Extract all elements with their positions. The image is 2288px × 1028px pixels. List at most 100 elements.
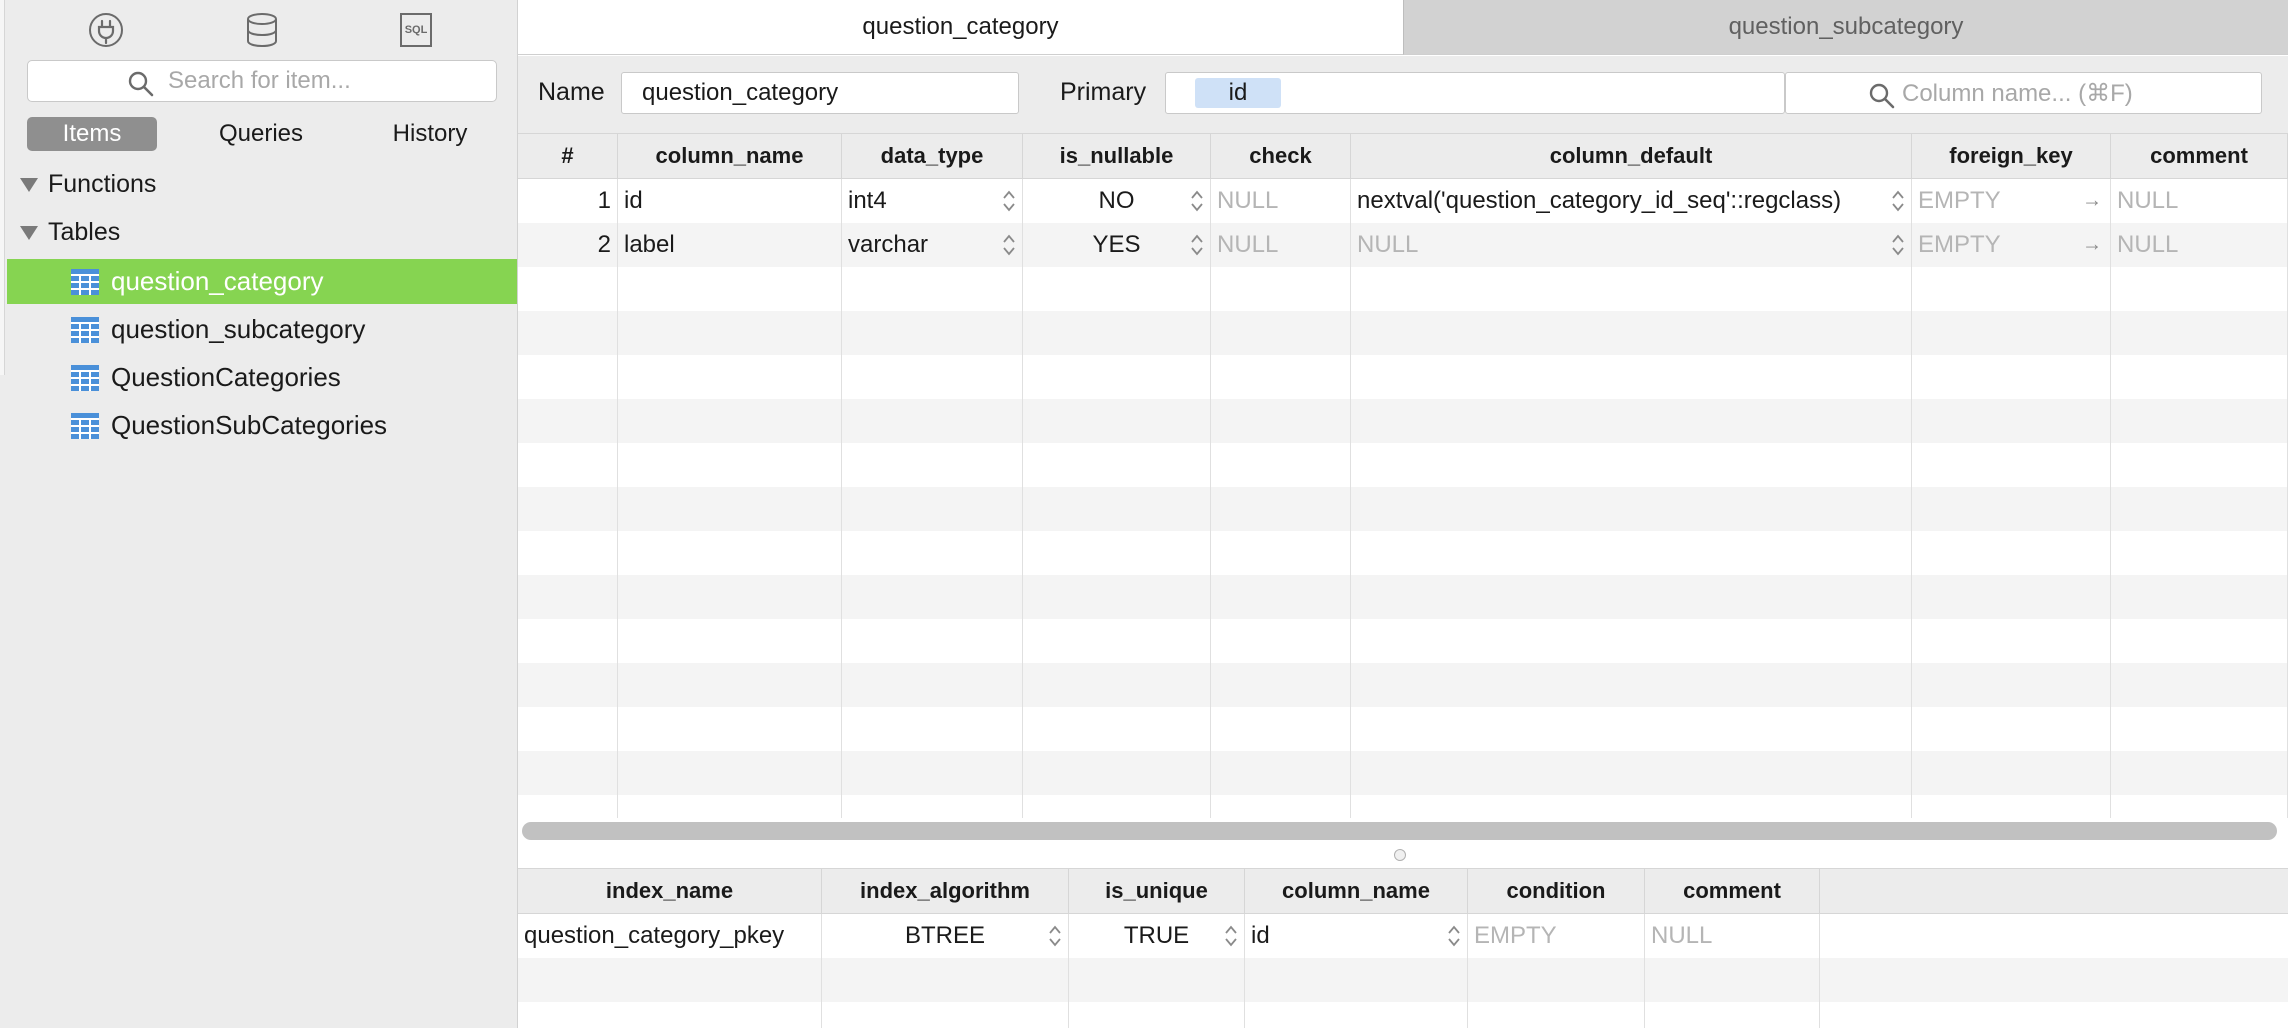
cell-num[interactable]: 1 xyxy=(518,179,618,223)
cell-data_type[interactable] xyxy=(842,311,1023,355)
table-row[interactable] xyxy=(518,355,2288,399)
table-name-field[interactable]: question_category xyxy=(621,72,1019,114)
cell-num[interactable] xyxy=(518,531,618,575)
index-header-comment[interactable]: comment xyxy=(1645,869,1820,913)
column-header-check[interactable]: check xyxy=(1211,134,1351,178)
index-cell-condition[interactable] xyxy=(1468,1002,1645,1028)
cell-num[interactable] xyxy=(518,663,618,707)
table-row[interactable] xyxy=(518,795,2288,818)
cell-data_type[interactable] xyxy=(842,355,1023,399)
cell-foreign_key[interactable] xyxy=(1912,575,2111,619)
database-icon[interactable] xyxy=(244,12,280,48)
cell-comment[interactable] xyxy=(2111,267,2288,311)
cell-foreign_key[interactable] xyxy=(1912,355,2111,399)
cell-num[interactable] xyxy=(518,267,618,311)
tab-items[interactable]: Items xyxy=(27,117,157,151)
cell-column_name[interactable] xyxy=(618,267,842,311)
cell-data_type[interactable] xyxy=(842,531,1023,575)
cell-foreign_key[interactable] xyxy=(1912,619,2111,663)
column-header-data_type[interactable]: data_type xyxy=(842,134,1023,178)
cell-data_type[interactable] xyxy=(842,399,1023,443)
cell-column_default[interactable] xyxy=(1351,267,1912,311)
cell-column_default[interactable] xyxy=(1351,531,1912,575)
cell-foreign_key[interactable] xyxy=(1912,751,2111,795)
cell-num[interactable] xyxy=(518,795,618,818)
cell-column_default[interactable] xyxy=(1351,399,1912,443)
cell-num[interactable] xyxy=(518,487,618,531)
sidebar-search-input[interactable] xyxy=(168,67,496,95)
cell-is_nullable[interactable] xyxy=(1023,707,1211,751)
cell-comment[interactable] xyxy=(2111,707,2288,751)
cell-data_type[interactable] xyxy=(842,487,1023,531)
cell-comment[interactable] xyxy=(2111,751,2288,795)
table-row[interactable] xyxy=(518,663,2288,707)
cell-check[interactable] xyxy=(1211,399,1351,443)
cell-column_name[interactable] xyxy=(618,531,842,575)
cell-foreign_key[interactable]: EMPTY → xyxy=(1912,223,2111,267)
cell-column_name[interactable] xyxy=(618,751,842,795)
cell-foreign_key[interactable] xyxy=(1912,267,2111,311)
cell-check[interactable] xyxy=(1211,707,1351,751)
disclosure-triangle-icon[interactable] xyxy=(20,225,38,240)
cell-comment[interactable] xyxy=(2111,311,2288,355)
cell-num[interactable] xyxy=(518,355,618,399)
cell-data_type[interactable] xyxy=(842,795,1023,818)
cell-check[interactable]: NULL xyxy=(1211,179,1351,223)
sidebar-search[interactable] xyxy=(27,60,497,102)
splitter-handle-icon[interactable] xyxy=(1394,849,1406,861)
cell-foreign_key[interactable]: EMPTY → xyxy=(1912,179,2111,223)
cell-column_default[interactable] xyxy=(1351,663,1912,707)
table-row[interactable] xyxy=(518,575,2288,619)
disclosure-triangle-icon[interactable] xyxy=(20,177,38,192)
cell-is_nullable[interactable] xyxy=(1023,399,1211,443)
cell-column_name[interactable] xyxy=(618,663,842,707)
table-row[interactable] xyxy=(518,531,2288,575)
cell-data_type[interactable] xyxy=(842,575,1023,619)
cell-comment[interactable] xyxy=(2111,531,2288,575)
cell-column_name[interactable] xyxy=(618,575,842,619)
table-row[interactable] xyxy=(518,619,2288,663)
cell-column_name[interactable] xyxy=(618,311,842,355)
tab-queries[interactable]: Queries xyxy=(196,117,326,151)
index-cell-index_algorithm[interactable] xyxy=(822,1002,1069,1028)
cell-column_default[interactable]: NULL xyxy=(1351,223,1912,267)
cell-comment[interactable] xyxy=(2111,795,2288,818)
horizontal-scrollbar[interactable] xyxy=(522,822,2277,840)
cell-column_name[interactable] xyxy=(618,619,842,663)
cell-foreign_key[interactable] xyxy=(1912,663,2111,707)
cell-comment[interactable] xyxy=(2111,575,2288,619)
cell-is_nullable[interactable] xyxy=(1023,311,1211,355)
index-header-is_unique[interactable]: is_unique xyxy=(1069,869,1245,913)
cell-column_name[interactable] xyxy=(618,487,842,531)
cell-num[interactable] xyxy=(518,311,618,355)
index-cell-comment[interactable] xyxy=(1645,958,1820,1002)
cell-foreign_key[interactable] xyxy=(1912,399,2111,443)
cell-check[interactable] xyxy=(1211,487,1351,531)
cell-column_name[interactable] xyxy=(618,707,842,751)
cell-column_name[interactable] xyxy=(618,355,842,399)
column-header-column_name[interactable]: column_name xyxy=(618,134,842,178)
index-header-condition[interactable]: condition xyxy=(1468,869,1645,913)
index-cell-is_unique[interactable] xyxy=(1069,1002,1245,1028)
cell-is_nullable[interactable] xyxy=(1023,267,1211,311)
cell-is_nullable[interactable] xyxy=(1023,575,1211,619)
cell-check[interactable]: NULL xyxy=(1211,223,1351,267)
index-cell-index_name[interactable] xyxy=(518,958,822,1002)
table-row[interactable]: question_category_pkey BTREE TRUE id EMPTY NU… xyxy=(518,914,2288,958)
primary-key-field[interactable]: id xyxy=(1165,72,1785,114)
tab-history[interactable]: History xyxy=(365,117,495,151)
column-header-num[interactable]: # xyxy=(518,134,618,178)
index-cell-condition[interactable] xyxy=(1468,958,1645,1002)
cell-data_type[interactable] xyxy=(842,267,1023,311)
cell-data_type[interactable] xyxy=(842,443,1023,487)
cell-column_default[interactable] xyxy=(1351,795,1912,818)
stepper-icon[interactable] xyxy=(1190,233,1204,257)
stepper-icon[interactable] xyxy=(1190,189,1204,213)
cell-column_default[interactable] xyxy=(1351,751,1912,795)
cell-is_nullable[interactable] xyxy=(1023,751,1211,795)
cell-comment[interactable] xyxy=(2111,443,2288,487)
cell-foreign_key[interactable] xyxy=(1912,487,2111,531)
sidebar-item-question-category[interactable]: question_category xyxy=(7,259,517,304)
section-tables[interactable]: Tables xyxy=(20,218,120,247)
cell-is_nullable[interactable] xyxy=(1023,443,1211,487)
